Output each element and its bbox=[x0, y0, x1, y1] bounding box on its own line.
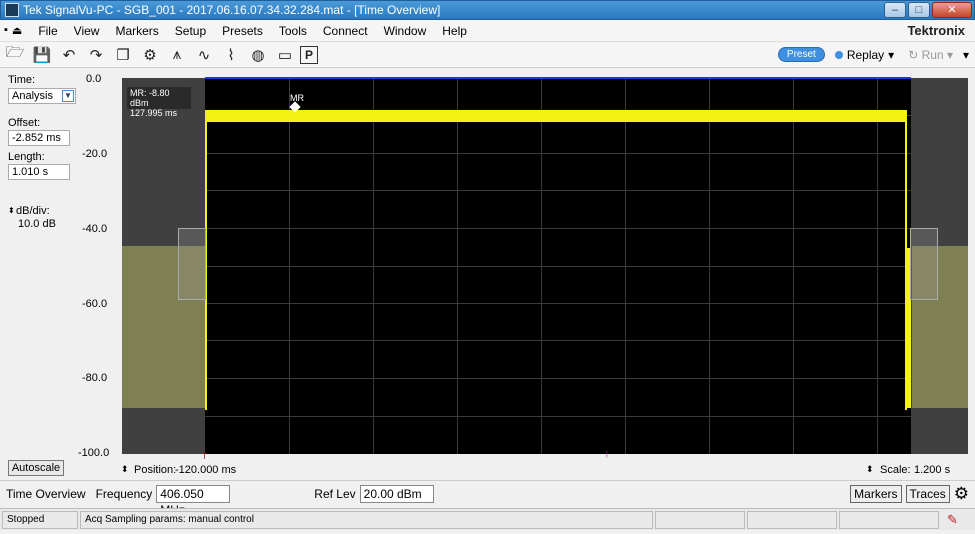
y-tick-label: -40.0 bbox=[82, 223, 108, 235]
offset-label: Offset: bbox=[8, 117, 41, 129]
y-tick-label: -20.0 bbox=[82, 148, 108, 160]
redo-icon[interactable]: ↷ bbox=[84, 44, 108, 66]
menu-tools[interactable]: Tools bbox=[271, 24, 315, 38]
folder-open-icon[interactable]: 🗁 bbox=[3, 44, 27, 66]
eject-icon[interactable]: ⏏ bbox=[12, 24, 22, 37]
run-label: Run bbox=[921, 47, 944, 62]
reflev-label: Ref Lev bbox=[314, 486, 356, 501]
toolbar-overflow-icon[interactable]: ▾ bbox=[963, 48, 969, 62]
menu-file[interactable]: File bbox=[30, 24, 65, 38]
marker-readout-level: MR: -8.80 dBm bbox=[130, 88, 170, 108]
view-name: Time Overview bbox=[6, 486, 86, 501]
y-tick-label: -60.0 bbox=[82, 298, 108, 310]
menu-view[interactable]: View bbox=[66, 24, 108, 38]
gear-icon[interactable]: ⚙ bbox=[138, 44, 162, 66]
traces-button[interactable]: Traces bbox=[905, 484, 950, 503]
bottom-bar: Time Overview Frequency 406.050 MHz Ref … bbox=[0, 480, 975, 517]
menu-bar: ▪ ⏏ File View Markers Setup Presets Tool… bbox=[0, 20, 975, 42]
status-cell-empty-2 bbox=[747, 510, 837, 529]
time-label: Time: bbox=[8, 74, 36, 86]
menu-presets[interactable]: Presets bbox=[214, 24, 271, 38]
signal-trace bbox=[205, 110, 907, 122]
system-menu-icon[interactable]: ▪ bbox=[4, 24, 8, 37]
autoscale-button[interactable]: Autoscale bbox=[8, 460, 64, 476]
alert-icon[interactable]: ✎ bbox=[947, 512, 958, 528]
offset-field[interactable]: -2.852 ms bbox=[8, 130, 70, 146]
length-field[interactable]: 1.010 s bbox=[8, 164, 70, 180]
dpx-icon[interactable]: ◍ bbox=[246, 44, 270, 66]
trigger-marker: T bbox=[202, 452, 207, 461]
chevron-down-icon: ▼ bbox=[62, 90, 74, 102]
time-select[interactable]: Analysis ▼ bbox=[8, 88, 76, 104]
waveform-icon[interactable]: ⌇ bbox=[219, 44, 243, 66]
close-button[interactable]: ✕ bbox=[932, 2, 972, 18]
left-gate-handle[interactable] bbox=[178, 228, 206, 300]
y-tick-label: 0.0 bbox=[86, 73, 102, 85]
replay-button[interactable]: Replay ▾ bbox=[834, 47, 895, 62]
run-button[interactable]: ↻ Run ▾ bbox=[908, 48, 953, 62]
markers-button[interactable]: Markers bbox=[850, 484, 902, 503]
app-icon bbox=[5, 3, 19, 17]
camera-icon[interactable]: ▭ bbox=[273, 44, 297, 66]
status-cell-empty-1 bbox=[655, 510, 745, 529]
marker-readout: MR: -8.80 dBm 127.995 ms bbox=[127, 87, 191, 118]
spin-icon[interactable]: ⬍ bbox=[8, 206, 15, 215]
left-settings-panel: Time: Analysis ▼ Offset: -2.852 ms Lengt… bbox=[0, 68, 122, 480]
menu-help[interactable]: Help bbox=[434, 24, 475, 38]
chevron-down-icon: ▾ bbox=[888, 47, 895, 62]
scale-value[interactable]: 1.200 s bbox=[914, 464, 950, 476]
title-bar: Tek SignalVu-PC - SGB_001 - 2017.06.16.0… bbox=[0, 0, 975, 20]
menu-window[interactable]: Window bbox=[376, 24, 435, 38]
acquisition-bar bbox=[205, 77, 911, 79]
replay-label: Replay bbox=[846, 47, 885, 62]
windows-icon[interactable]: ❐ bbox=[111, 44, 135, 66]
dbdiv-value[interactable]: 10.0 dB bbox=[18, 218, 56, 230]
status-bar: Stopped Acq Sampling params: manual cont… bbox=[0, 508, 975, 530]
preset-button[interactable]: Preset bbox=[777, 47, 825, 62]
menu-connect[interactable]: Connect bbox=[315, 24, 376, 38]
menu-setup[interactable]: Setup bbox=[167, 24, 214, 38]
length-label: Length: bbox=[8, 151, 45, 163]
scale-spin-icon[interactable]: ⬍ bbox=[866, 464, 874, 475]
time-icon[interactable]: ∿ bbox=[192, 44, 216, 66]
position-spin-icon[interactable]: ⬍ bbox=[121, 464, 129, 475]
status-message: Acq Sampling params: manual control bbox=[80, 510, 653, 529]
y-tick-label: -100.0 bbox=[78, 447, 110, 459]
menu-markers[interactable]: Markers bbox=[107, 24, 166, 38]
center-tick: | bbox=[606, 451, 608, 458]
right-gate-handle[interactable] bbox=[910, 228, 938, 300]
maximize-button[interactable]: □ bbox=[908, 2, 930, 18]
frequency-field[interactable]: 406.050 MHz bbox=[156, 484, 231, 517]
y-tick-label: -80.0 bbox=[82, 372, 108, 384]
brand-logo: Tektronix bbox=[907, 23, 965, 38]
toolbar: 🗁 💾 ↶ ↷ ❐ ⚙ ⩚ ∿ ⌇ ◍ ▭ P Preset Replay ▾ … bbox=[0, 42, 975, 68]
position-label: Position: bbox=[134, 464, 177, 476]
reflev-field[interactable]: 20.00 dBm bbox=[359, 484, 434, 503]
preset-p-icon[interactable]: P bbox=[300, 45, 318, 64]
frequency-label: Frequency bbox=[95, 486, 153, 501]
spectrum-icon[interactable]: ⩚ bbox=[165, 44, 189, 66]
scale-label: Scale: bbox=[880, 464, 911, 476]
status-state: Stopped bbox=[2, 510, 78, 529]
marker-label: MR bbox=[290, 93, 304, 103]
time-select-value: Analysis bbox=[12, 90, 53, 102]
settings-gear-icon[interactable]: ⚙ bbox=[954, 484, 969, 504]
dbdiv-label: dB/div: bbox=[16, 205, 50, 217]
undo-icon[interactable]: ↶ bbox=[57, 44, 81, 66]
replay-dot-icon bbox=[834, 50, 843, 59]
minimize-button[interactable]: – bbox=[884, 2, 906, 18]
analysis-window[interactable] bbox=[205, 78, 911, 454]
status-cell-empty-3 bbox=[839, 510, 939, 529]
marker-readout-time: 127.995 ms bbox=[130, 108, 178, 118]
window-title: Tek SignalVu-PC - SGB_001 - 2017.06.16.0… bbox=[23, 3, 441, 17]
position-value[interactable]: -120.000 ms bbox=[175, 464, 236, 476]
save-icon[interactable]: 💾 bbox=[30, 44, 54, 66]
